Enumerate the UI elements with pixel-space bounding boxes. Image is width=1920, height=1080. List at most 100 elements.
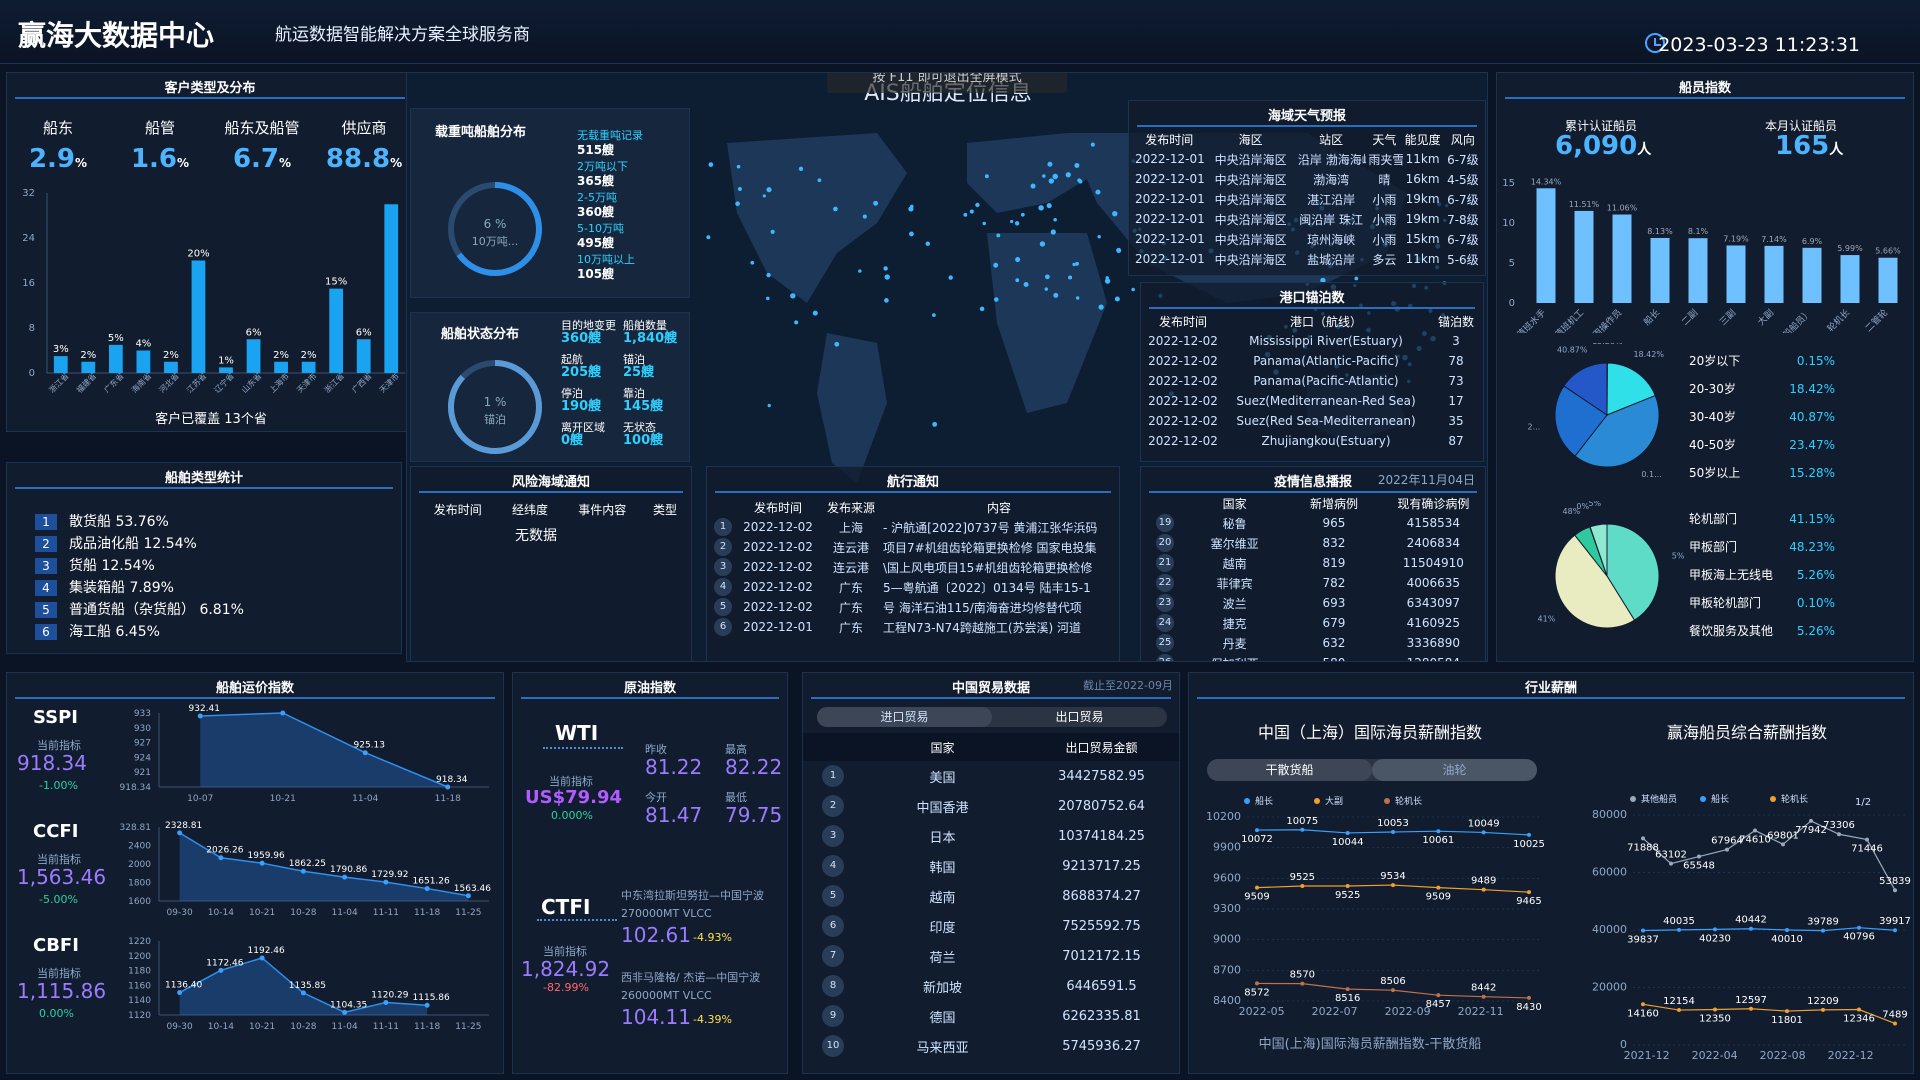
- bar-label: 2%: [301, 350, 317, 361]
- x-tick-label: 10-14: [208, 1022, 234, 1032]
- point: [1300, 981, 1305, 986]
- y-tick-label: 2400: [128, 842, 151, 852]
- port-cell: Zhujiangkou(Estuary): [1261, 434, 1391, 448]
- panel-title: 风险海域通知: [419, 471, 683, 493]
- pie-legend-label: 甲板轮机部门: [1689, 595, 1761, 610]
- bar-label: 11.06%: [1607, 204, 1638, 213]
- tonnage-item-label: 2万吨以下: [577, 160, 628, 173]
- trade-rank: 7: [822, 945, 844, 967]
- port-cell: 2022-12-02: [1148, 394, 1218, 408]
- bar: [246, 339, 261, 373]
- epidemic-row: 23 波兰 693 6343097: [1145, 593, 1483, 613]
- nav-row[interactable]: 6 2022-12-01 广东 工程N73-N74跨越施工(苏尝溪) 河道: [711, 617, 1117, 637]
- trade-cell: 34427582.95: [1058, 768, 1145, 784]
- ais-dot: [794, 320, 799, 325]
- ais-dot: [817, 178, 822, 183]
- point: [1481, 830, 1486, 835]
- yh-pager[interactable]: 1/2: [1855, 797, 1871, 808]
- risk-col-header: 发布时间: [433, 502, 482, 517]
- tab-export[interactable]: 出口贸易: [992, 707, 1167, 727]
- ais-dot: [993, 262, 999, 268]
- ship-type-label: 货船 12.54%: [69, 558, 155, 574]
- trade-cell: 新加坡: [922, 980, 962, 996]
- x-tick-label: 天津市: [294, 371, 318, 393]
- pie-legend-label: 甲板部门: [1689, 539, 1737, 554]
- weather-cell: 小雨: [1372, 232, 1397, 247]
- trade-cell: 7: [803, 941, 863, 971]
- trade-cell: 7525592.75: [1062, 918, 1141, 934]
- trade-col-header: 国家: [930, 740, 955, 755]
- point: [1893, 1021, 1897, 1026]
- customer-type-label: 船管: [144, 119, 175, 137]
- nav-table: 发布时间 发布来源 内容 1 2022-12-02 上海 - 沪航通[2022]0737号 …: [711, 497, 1117, 637]
- y-tick-label: 24: [22, 233, 35, 244]
- x-tick-label: 辽宁省: [212, 371, 236, 393]
- nav-row[interactable]: 5 2022-12-02 广东 号 海洋石油115/南海奋进均修替代项: [711, 597, 1117, 617]
- nav-row[interactable]: 2 2022-12-02 连云港 项目7#机组齿轮箱更换检修 国家电投集: [711, 537, 1117, 557]
- x-tick-label: 大副: [1755, 307, 1776, 328]
- weather-cell: 2022-12-01: [1135, 252, 1205, 266]
- trade-cell: 9213717.25: [1062, 858, 1141, 874]
- weather-cell: 2022-12-01: [1135, 172, 1205, 186]
- y-tick-label: 1160: [128, 981, 151, 991]
- ais-dot: [1050, 229, 1056, 235]
- ctfi-route1-value: 102.61: [621, 923, 691, 947]
- epidemic-col-header: 国家: [1222, 496, 1247, 511]
- y-tick-label: 918.34: [120, 783, 152, 793]
- x-tick-label: 11-11: [373, 1022, 399, 1032]
- y-tick-label: 1220: [128, 937, 151, 947]
- epidemic-cell: 20: [1145, 533, 1185, 553]
- tab-bulk[interactable]: 干散货船: [1207, 759, 1372, 781]
- ais-dot: [1023, 281, 1029, 287]
- nav-row[interactable]: 4 2022-12-02 广东 5—粤航通〔2022〕0134号 陆丰15-1: [711, 577, 1117, 597]
- pie-legend-value: 23.47%: [1789, 438, 1835, 452]
- ais-dot: [798, 166, 804, 171]
- tab-tanker[interactable]: 油轮: [1372, 759, 1537, 781]
- epidemic-row: 25 丹麦 632 3336890: [1145, 633, 1483, 653]
- trade-cell: 韩国: [929, 860, 956, 876]
- epidemic-rank: 23: [1156, 594, 1174, 612]
- epidemic-cell: 782: [1322, 576, 1346, 590]
- area: [200, 713, 448, 787]
- y-tick-label: 930: [134, 724, 151, 734]
- weather-header-row: 发布时间 海区 站区 天气 能见度 风向: [1133, 129, 1483, 149]
- sh-line-chart: 8400 8700 9000 9300 9600 9900 10200 2022-05 2022…: [1206, 795, 1545, 1018]
- tab-import[interactable]: 进口贸易: [817, 707, 992, 727]
- nav-cell: 广东: [838, 620, 863, 635]
- ais-dot: [766, 296, 770, 301]
- point: [1821, 928, 1825, 933]
- x-tick-label: 值班水手: [1514, 307, 1548, 333]
- trade-rank: 6: [822, 915, 844, 937]
- ais-dot: [706, 235, 711, 240]
- nav-row[interactable]: 1 2022-12-02 上海 - 沪航通[2022]0737号 黄浦江张华浜码: [711, 517, 1117, 537]
- point-label: 10053: [1377, 818, 1409, 829]
- ship-type-label: 普通货船（杂货船） 6.81%: [69, 602, 244, 618]
- crew-panel: 船员指数 累计认证船员 6,090人 本月认证船员 165人 0 5 10 15 14.…: [1496, 72, 1914, 662]
- point: [1893, 928, 1897, 933]
- ship-type-rank: 4: [35, 580, 57, 596]
- y-tick-label: 40000: [1592, 923, 1627, 936]
- y-tick-label: 927: [134, 739, 151, 749]
- pie-legend-label: 30-40岁: [1689, 409, 1736, 424]
- weather-cell: 4-5级: [1447, 172, 1479, 187]
- yh-line-chart: 0200004000060000800002021-12 2022-04 2022-…: [1592, 793, 1911, 1062]
- ais-dot: [909, 231, 914, 237]
- nav-row[interactable]: 3 2022-12-02 连云港 \国上风电项目15#机组齿轮箱更换检修: [711, 557, 1117, 577]
- point-label: 8516: [1335, 993, 1360, 1004]
- trade-cell: 8688374.27: [1062, 888, 1141, 904]
- epidemic-rank: 20: [1156, 534, 1174, 552]
- nav-cell: \国上风电项目15#机组齿轮箱更换检修: [883, 560, 1093, 575]
- point: [1300, 884, 1305, 888]
- point-label: 925.13: [354, 741, 386, 751]
- ais-dot: [1053, 292, 1059, 298]
- epidemic-row: 21 越南 819 11504910: [1145, 553, 1483, 573]
- ais-dot: [994, 297, 999, 302]
- ship-type-label: 散货船 53.76%: [69, 514, 169, 530]
- x-tick-label: 09-30: [167, 1022, 193, 1032]
- x-tick-label: 广西省: [350, 371, 374, 393]
- epidemic-row: 26 保加利亚5801280584: [1145, 653, 1483, 661]
- ais-dot: [1072, 262, 1076, 267]
- bar: [164, 361, 178, 373]
- weather-cell: 沿岸 渤海海峡: [1297, 152, 1367, 167]
- nav-cell: 号 海洋石油115/南海奋进均修替代项: [883, 600, 1082, 615]
